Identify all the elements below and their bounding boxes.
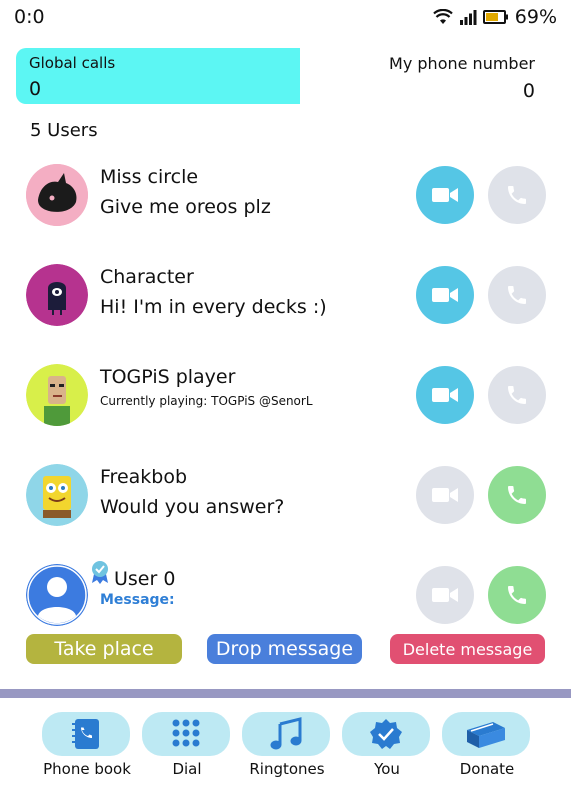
take-place-button[interactable]: Take place [26,634,182,664]
status-bar: 0:0 69% [0,0,571,36]
my-phone-number-value: 0 [522,80,535,102]
verified-badge-icon [370,719,402,749]
nav-pill[interactable] [42,712,130,756]
user-row: TOGPiS player Currently playing: TOGPiS … [0,364,571,454]
voice-call-button[interactable] [488,566,546,624]
divider [0,689,571,698]
user-row: Miss circle Give me oreos plz [0,164,571,254]
wifi-icon [433,9,453,25]
phone-icon [508,186,526,204]
avatar[interactable] [26,364,88,426]
user-name: TOGPiS player [100,366,236,388]
video-camera-icon [432,488,458,502]
bottom-nav: Phone book Dial Ringtones You Donate [0,698,571,800]
video-camera-icon [432,188,458,202]
self-message-label: Message: [100,592,175,608]
default-avatar-icon [26,564,88,626]
video-call-button[interactable] [416,166,474,224]
status-indicators: 69% [433,6,557,28]
phone-book-icon [72,719,99,749]
user-name: Miss circle [100,166,199,188]
phone-icon [508,586,526,604]
donate-box-icon [467,722,505,748]
my-phone-number-label: My phone number [389,54,535,73]
nav-ringtones[interactable]: Ringtones [242,712,332,778]
nav-label: Dial [172,760,202,778]
battery-icon [482,10,509,24]
user-row: Freakbob Would you answer? [0,464,571,554]
voice-call-button[interactable] [488,166,546,224]
user-name: Freakbob [100,466,188,488]
global-calls-label: Global calls [29,54,116,72]
user-message: Hi! I'm in every decks :) [100,296,327,318]
nav-pill[interactable] [442,712,530,756]
voice-call-button[interactable] [488,366,546,424]
voice-call-button[interactable] [488,466,546,524]
video-camera-icon [432,288,458,302]
battery-percent: 69% [514,6,557,28]
nav-label: Ringtones [249,760,325,778]
nav-dial[interactable]: Dial [142,712,232,778]
global-calls-value: 0 [29,78,42,100]
video-camera-icon [432,588,458,602]
user-row: Character Hi! I'm in every decks :) [0,264,571,354]
nav-pill[interactable] [142,712,230,756]
global-calls-panel: Global calls 0 [16,48,300,104]
video-camera-icon [432,388,458,402]
avatar[interactable] [26,264,88,326]
user-message: Give me oreos plz [100,196,271,218]
user-message: Currently playing: TOGPiS @SenorL [100,394,313,408]
self-avatar[interactable] [26,564,88,626]
nav-label: Phone book [43,760,131,778]
nav-donate[interactable]: Donate [442,712,532,778]
delete-message-button[interactable]: Delete message [390,634,545,664]
self-user-name: User 0 [114,568,176,590]
nav-you[interactable]: You [342,712,432,778]
nav-label: You [374,760,400,778]
phone-icon [508,286,526,304]
video-call-button[interactable] [416,566,474,624]
users-count: 5 Users [30,120,98,141]
nav-label: Donate [459,760,515,778]
nav-phone-book[interactable]: Phone book [42,712,132,778]
music-note-icon [270,717,302,750]
video-call-button[interactable] [416,366,474,424]
avatar[interactable] [26,464,88,526]
nav-pill[interactable] [342,712,430,756]
nav-pill[interactable] [242,712,330,756]
dial-pad-icon [172,719,200,747]
user-name: Character [100,266,194,288]
drop-message-button[interactable]: Drop message [207,634,362,664]
status-time: 0:0 [14,6,45,28]
phone-icon [508,486,526,504]
video-call-button[interactable] [416,266,474,324]
verified-badge-icon [90,560,110,588]
voice-call-button[interactable] [488,266,546,324]
avatar[interactable] [26,164,88,226]
video-call-button[interactable] [416,466,474,524]
signal-icon [459,9,477,25]
phone-icon [508,386,526,404]
user-message: Would you answer? [100,496,285,518]
